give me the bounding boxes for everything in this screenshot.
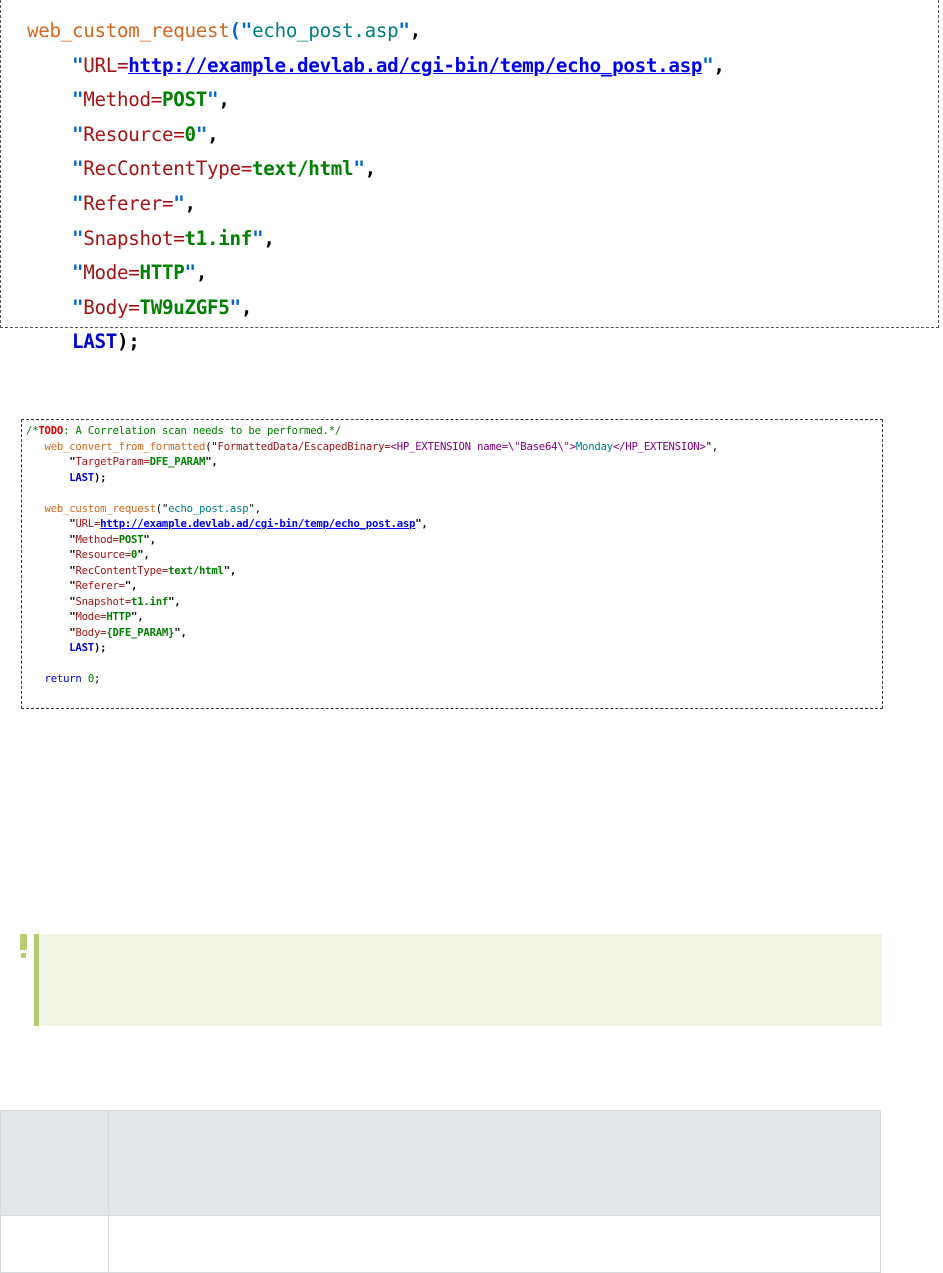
- ext-value: Monday: [575, 440, 613, 453]
- request-function-name: web_custom_request: [44, 502, 156, 515]
- rct-key: RecContentType=: [83, 157, 253, 181]
- mode-value: HTTP: [139, 261, 185, 285]
- body-param: {DFE_PARAM}: [106, 626, 175, 639]
- function-name: web_custom_request: [27, 19, 230, 42]
- todo-comment: : A Correlation scan needs to be perform…: [63, 425, 342, 437]
- recorded-script-code: web_custom_request("echo_post.asp", "URL…: [27, 19, 725, 354]
- body-key: Body=: [83, 295, 140, 319]
- table-row: [0, 1215, 881, 1273]
- formatted-prefix: FormattedData/EscapedBinary=: [217, 440, 391, 453]
- referer-key: Referer=: [83, 191, 174, 215]
- rct-value: text/html: [252, 157, 354, 181]
- mode-key: Mode=: [83, 261, 140, 285]
- resource-key: Resource=: [83, 122, 185, 146]
- table-cell: [0, 1215, 109, 1273]
- snapshot-key: Snapshot=: [83, 226, 185, 250]
- convert-function-name: web_convert_from_formatted: [44, 440, 206, 453]
- exclamation-icon: [17, 933, 29, 959]
- request-name: echo_post.asp: [252, 19, 399, 42]
- method-value: POST: [162, 88, 208, 112]
- table-header-cell: [108, 1110, 881, 1216]
- tip-callout: [34, 934, 882, 1026]
- snapshot-value: t1.inf: [184, 226, 253, 250]
- table-header-cell: [0, 1110, 109, 1216]
- converted-script-code: /*TODO: A Correlation scan needs to be p…: [26, 425, 718, 685]
- target-key: TargetParam=: [75, 456, 150, 468]
- info-table: [0, 1110, 881, 1273]
- target-value: DFE_PARAM: [149, 456, 206, 468]
- body-value: TW9uZGF5: [139, 295, 230, 319]
- table-header-row: [0, 1110, 881, 1216]
- todo-marker: TODO: [38, 425, 64, 437]
- recorded-script-snippet: web_custom_request("echo_post.asp", "URL…: [0, 0, 939, 353]
- last-keyword: LAST: [72, 330, 118, 354]
- url-link[interactable]: http://example.devlab.ad/cgi-bin/temp/ec…: [128, 54, 702, 77]
- return-keyword: return: [44, 673, 82, 685]
- resource-value: 0: [184, 122, 197, 146]
- method-key: Method=: [83, 88, 163, 112]
- url-key: URL=: [83, 53, 129, 77]
- converted-script-snippet: /*TODO: A Correlation scan needs to be p…: [21, 419, 883, 709]
- table-cell: [108, 1215, 881, 1273]
- url-link-small[interactable]: http://example.devlab.ad/cgi-bin/temp/ec…: [100, 518, 415, 530]
